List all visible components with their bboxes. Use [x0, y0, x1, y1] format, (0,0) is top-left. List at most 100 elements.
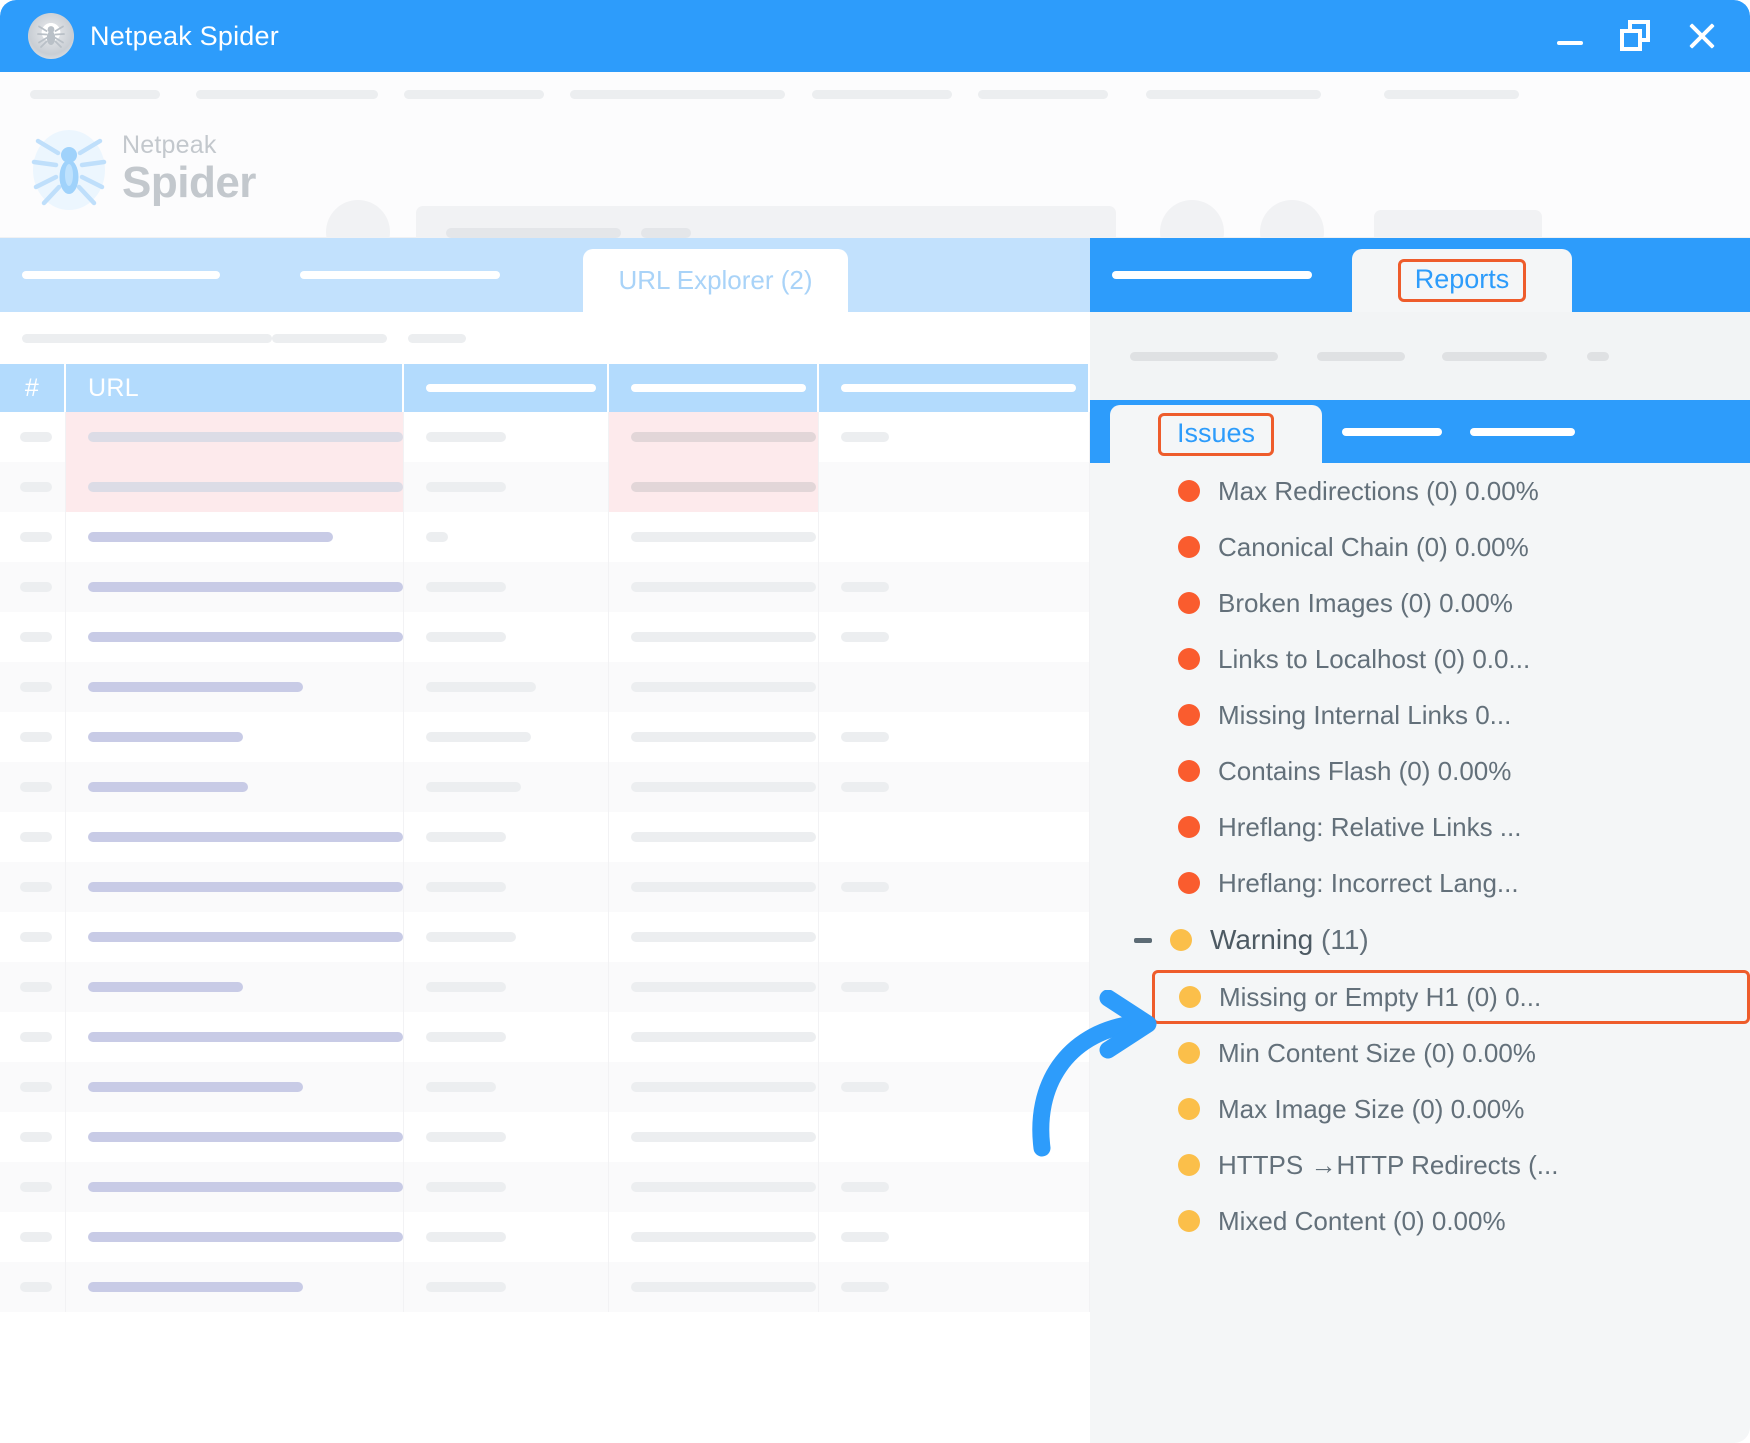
restore-icon[interactable]	[1618, 18, 1654, 54]
filter-placeholder[interactable]	[272, 334, 387, 343]
issue-list-item[interactable]: Min Content Size (0) 0.00%	[1090, 1025, 1750, 1081]
issue-label: Min Content Size (0) 0.00%	[1218, 1037, 1536, 1068]
column-header-5[interactable]	[819, 364, 1090, 412]
tab-reports[interactable]: Reports	[1352, 249, 1572, 312]
issue-list-item[interactable]: Max Redirections (0) 0.00%	[1090, 463, 1750, 519]
tab-issues[interactable]: Issues	[1110, 405, 1322, 463]
table-cell	[0, 862, 66, 912]
table-row[interactable]	[0, 912, 1090, 962]
table-row[interactable]	[0, 712, 1090, 762]
table-cell	[609, 1062, 819, 1112]
sub-toolbar-placeholder[interactable]	[1317, 352, 1405, 361]
column-header-url[interactable]: URL	[66, 364, 404, 412]
table-row[interactable]	[0, 1262, 1090, 1312]
cell-value-placeholder	[426, 1282, 506, 1292]
table-row[interactable]	[0, 1112, 1090, 1162]
cell-value-placeholder	[841, 632, 889, 642]
tab-url-explorer[interactable]: URL Explorer (2)	[583, 249, 848, 312]
issue-list-item[interactable]: Mixed Content (0) 0.00%	[1090, 1193, 1750, 1249]
column-header-index[interactable]: #	[0, 364, 66, 412]
issue-list-item[interactable]: Missing or Empty H1 (0) 0...	[1152, 969, 1750, 1025]
left-pane: URL Explorer (2) # URL	[0, 238, 1090, 1443]
issue-list-item[interactable]: Broken Images (0) 0.00%	[1090, 575, 1750, 631]
table-cell	[609, 962, 819, 1012]
column-header-4[interactable]	[609, 364, 819, 412]
table-row[interactable]	[0, 612, 1090, 662]
table-cell	[404, 812, 609, 862]
table-cell	[66, 812, 404, 862]
table-row[interactable]	[0, 1162, 1090, 1212]
issue-label: Hreflang: Relative Links ...	[1218, 811, 1522, 842]
brand-line-1: Netpeak	[122, 131, 217, 160]
table-row[interactable]	[0, 862, 1090, 912]
cell-value-placeholder	[20, 1132, 52, 1142]
warning-dot-icon	[1178, 1098, 1200, 1120]
table-cell	[66, 1212, 404, 1262]
issue-group-title: Warning (11)	[1210, 924, 1369, 956]
table-row[interactable]	[0, 1062, 1090, 1112]
issue-group-warning[interactable]: Warning (11)	[1090, 911, 1750, 969]
cell-value-placeholder	[841, 1182, 889, 1192]
menu-item-placeholder[interactable]	[196, 90, 378, 99]
table-row[interactable]	[0, 1212, 1090, 1262]
sub-toolbar-placeholder[interactable]	[1442, 352, 1547, 361]
menu-item-placeholder[interactable]	[1146, 90, 1321, 99]
cell-value-placeholder	[426, 1232, 506, 1242]
sub-toolbar-placeholder[interactable]	[1587, 352, 1609, 361]
issue-highlight-box: Missing or Empty H1 (0) 0...	[1152, 970, 1750, 1024]
menu-item-placeholder[interactable]	[978, 90, 1108, 99]
cell-value-placeholder	[631, 432, 816, 442]
table-row[interactable]	[0, 762, 1090, 812]
table-row[interactable]	[0, 562, 1090, 612]
cell-value-placeholder	[20, 932, 52, 942]
table-row[interactable]	[0, 412, 1090, 462]
table-row[interactable]	[0, 662, 1090, 712]
issues-tab-placeholder[interactable]	[1342, 428, 1442, 436]
table-cell	[609, 912, 819, 962]
table-row[interactable]	[0, 962, 1090, 1012]
table-cell	[609, 412, 819, 462]
right-tab-placeholder[interactable]	[1112, 271, 1312, 279]
table-row[interactable]	[0, 812, 1090, 862]
issue-row-inner: Min Content Size (0) 0.00%	[1178, 1038, 1536, 1069]
filter-placeholder[interactable]	[408, 334, 466, 343]
table-cell	[404, 512, 609, 562]
issue-list-item[interactable]: Hreflang: Relative Links ...	[1090, 799, 1750, 855]
cell-value-placeholder	[426, 1182, 506, 1192]
cell-value-placeholder	[631, 1132, 816, 1142]
right-pane: Reports Issues Max Redirections (0) 0.00…	[1090, 238, 1750, 1443]
issue-list-item[interactable]: HTTPS →HTTP Redirects (...	[1090, 1137, 1750, 1193]
table-row[interactable]	[0, 1012, 1090, 1062]
left-tab-placeholder[interactable]	[300, 271, 500, 279]
issue-label: Mixed Content (0) 0.00%	[1218, 1205, 1506, 1236]
table-cell	[0, 1262, 66, 1312]
table-row[interactable]	[0, 462, 1090, 512]
issue-list-item[interactable]: Max Image Size (0) 0.00%	[1090, 1081, 1750, 1137]
app-title: Netpeak Spider	[90, 20, 279, 51]
issues-tab-placeholder[interactable]	[1470, 428, 1575, 436]
issue-list-item[interactable]: Missing Internal Links 0...	[1090, 687, 1750, 743]
issue-label: Max Redirections (0) 0.00%	[1218, 475, 1539, 506]
cell-value-placeholder	[841, 882, 889, 892]
issue-row-inner: Max Redirections (0) 0.00%	[1178, 476, 1539, 507]
left-tab-placeholder[interactable]	[22, 271, 220, 279]
table-cell	[0, 1212, 66, 1262]
issue-list-item[interactable]: Links to Localhost (0) 0.0...	[1090, 631, 1750, 687]
issue-list-item[interactable]: Canonical Chain (0) 0.00%	[1090, 519, 1750, 575]
app-window: Netpeak Spider Netpeak Spider URL Explor…	[0, 0, 1750, 1443]
close-icon[interactable]	[1684, 18, 1720, 54]
menu-item-placeholder[interactable]	[812, 90, 952, 99]
menu-item-placeholder[interactable]	[570, 90, 785, 99]
menu-item-placeholder[interactable]	[404, 90, 544, 99]
collapse-minus-icon[interactable]	[1134, 937, 1152, 943]
filter-placeholder[interactable]	[22, 334, 272, 343]
menu-item-placeholder[interactable]	[30, 90, 160, 99]
column-header-3[interactable]	[404, 364, 609, 412]
issue-list-item[interactable]: Hreflang: Incorrect Lang...	[1090, 855, 1750, 911]
minimize-icon[interactable]	[1552, 18, 1588, 54]
table-row[interactable]	[0, 512, 1090, 562]
issue-list-item[interactable]: Contains Flash (0) 0.00%	[1090, 743, 1750, 799]
sub-toolbar-placeholder[interactable]	[1130, 352, 1278, 361]
menu-item-placeholder[interactable]	[1384, 90, 1519, 99]
column-header-4-placeholder	[631, 384, 806, 392]
